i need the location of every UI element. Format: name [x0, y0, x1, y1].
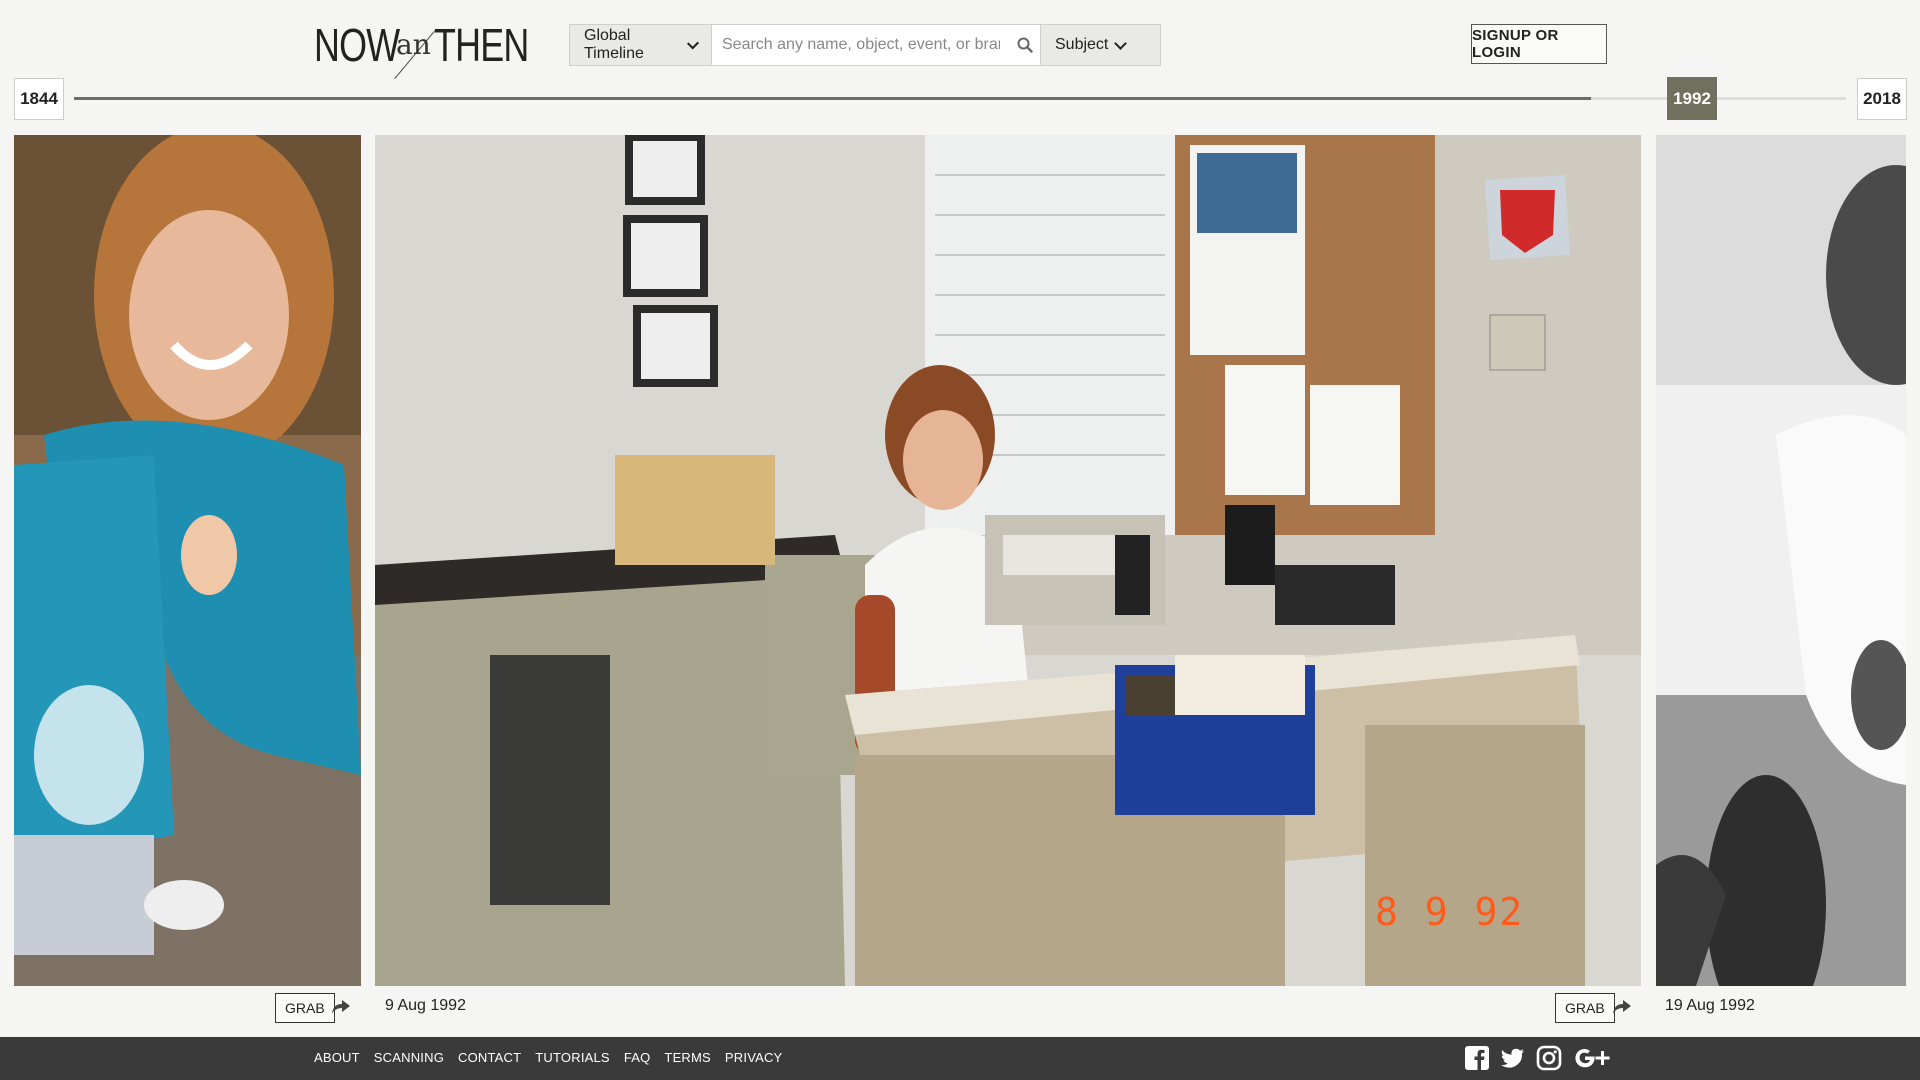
google-plus-icon[interactable]: [1574, 1045, 1610, 1071]
logo-an: an: [396, 28, 431, 61]
footer-links: ABOUT SCANNING CONTACT TUTORIALS FAQ TER…: [314, 1050, 782, 1065]
photo-date: 19 Aug 1992: [1665, 997, 1755, 1014]
footer-link-privacy[interactable]: PRIVACY: [725, 1050, 783, 1065]
search-bar: Global Timeline Subject: [569, 24, 1161, 66]
twitter-icon[interactable]: [1500, 1045, 1526, 1071]
logo-then: THEN: [434, 19, 529, 71]
chevron-down-icon: [1114, 36, 1128, 50]
photo-office-woman[interactable]: 8 9 92: [375, 135, 1641, 986]
timeline-track-fill: [74, 97, 1591, 100]
footer-link-about[interactable]: ABOUT: [314, 1050, 360, 1065]
search-input[interactable]: [712, 25, 1010, 65]
site-logo[interactable]: NOW an THEN: [314, 14, 529, 80]
footer-link-scanning[interactable]: SCANNING: [374, 1050, 444, 1065]
share-arrow-icon[interactable]: [1611, 996, 1633, 1018]
timeline-handle[interactable]: 1992: [1667, 77, 1717, 120]
signup-login-button[interactable]: SIGNUP OR LOGIN: [1471, 24, 1607, 64]
facebook-icon[interactable]: [1464, 1045, 1490, 1071]
timeline-end-year[interactable]: 2018: [1857, 78, 1907, 120]
footer-link-tutorials[interactable]: TUTORIALS: [535, 1050, 610, 1065]
subject-dropdown-label: Subject: [1055, 36, 1109, 53]
chevron-down-icon: [686, 36, 699, 50]
photo-date-stamp: 8 9 92: [1375, 890, 1524, 934]
search-button[interactable]: [1010, 25, 1040, 65]
photo-date: 9 Aug 1992: [385, 997, 466, 1014]
timeline-start-year[interactable]: 1844: [14, 78, 64, 120]
timeline-dropdown-label: Global Timeline: [584, 27, 644, 62]
share-arrow-icon[interactable]: [330, 996, 352, 1018]
instagram-icon[interactable]: [1536, 1045, 1562, 1071]
logo-now: NOW: [314, 19, 400, 71]
timeline-dropdown[interactable]: Global Timeline: [570, 25, 712, 65]
photo-mother-child[interactable]: [14, 135, 361, 986]
search-icon: [1017, 37, 1033, 53]
timeline-track[interactable]: [74, 97, 1846, 100]
footer-link-faq[interactable]: FAQ: [624, 1050, 651, 1065]
photo-football-player[interactable]: [1656, 135, 1906, 986]
footer: ABOUT SCANNING CONTACT TUTORIALS FAQ TER…: [0, 1037, 1920, 1080]
grab-button[interactable]: GRAB: [1555, 993, 1615, 1023]
footer-link-terms[interactable]: TERMS: [664, 1050, 711, 1065]
footer-link-contact[interactable]: CONTACT: [458, 1050, 521, 1065]
grab-button[interactable]: GRAB: [275, 993, 335, 1023]
subject-dropdown[interactable]: Subject: [1040, 25, 1160, 65]
